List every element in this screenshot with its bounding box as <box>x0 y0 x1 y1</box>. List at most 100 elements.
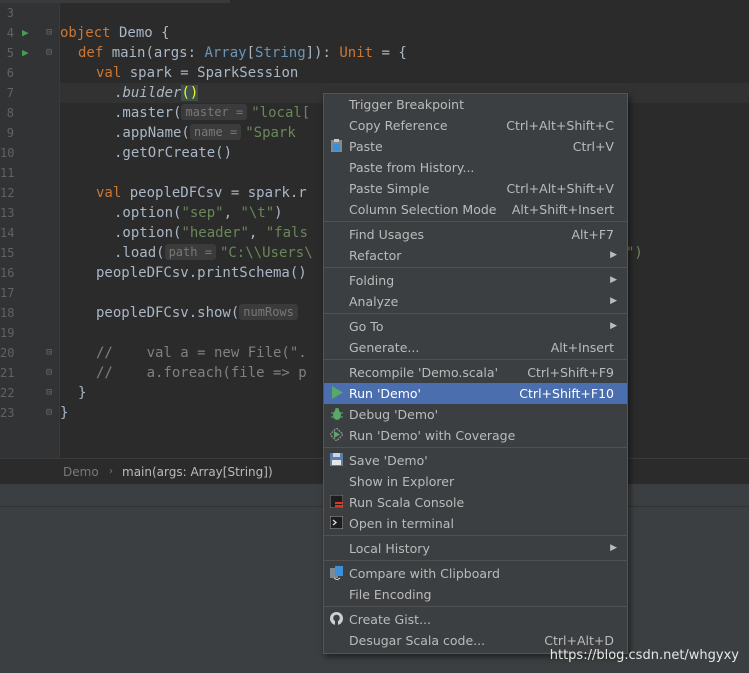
menu-item-label: Recompile 'Demo.scala' <box>349 365 498 380</box>
code-text: [ <box>246 45 256 61</box>
menu-item-shortcut: Ctrl+V <box>572 139 614 154</box>
menu-item-folding[interactable]: Folding ▶ <box>324 270 627 291</box>
code-text: .option( <box>114 225 182 241</box>
menu-item-shortcut: Alt+F7 <box>571 227 614 242</box>
code-text: peopleDFCsv.show( <box>96 305 240 321</box>
code-text: Demo { <box>110 25 170 41</box>
breadcrumb-method[interactable]: main(args: Array[String]) <box>122 459 273 485</box>
menu-item-recompile[interactable]: Recompile 'Demo.scala' Ctrl+Shift+F9 <box>324 362 627 383</box>
keyword: object <box>60 25 111 41</box>
code-line: .builder() <box>114 83 199 103</box>
menu-item-label: Desugar Scala code... <box>349 633 486 648</box>
save-icon <box>329 453 344 468</box>
menu-item-label: Paste from History... <box>349 160 475 175</box>
menu-item-label: Go To <box>349 319 384 334</box>
menu-item-run-with-coverage[interactable]: Run 'Demo' with Coverage <box>324 425 627 446</box>
menu-item-label: Run 'Demo' with Coverage <box>349 428 516 443</box>
menu-item-label: Column Selection Mode <box>349 202 497 217</box>
watermark-url: https://blog.csdn.net/whgyxy <box>549 648 739 663</box>
code-text: peopleDFCsv = spark.r <box>121 185 307 201</box>
run-gutter-icon[interactable]: ▶ <box>22 23 29 43</box>
menu-separator <box>324 560 627 561</box>
menu-item-paste-from-history[interactable]: Paste from History... <box>324 157 627 178</box>
menu-item-shortcut: Alt+Shift+Insert <box>511 202 614 217</box>
code-text: main(args: <box>103 45 205 61</box>
run-icon <box>329 386 344 401</box>
menu-item-label: Debug 'Demo' <box>349 407 439 422</box>
string-literal: "sep" <box>181 205 224 221</box>
line-number: 19 <box>0 326 15 340</box>
coverage-icon <box>328 426 345 443</box>
line-number: 20 <box>0 346 15 360</box>
code-line: .appName(name = "Spark <box>114 123 296 143</box>
menu-item-trigger-breakpoint[interactable]: Trigger Breakpoint <box>324 94 627 115</box>
submenu-arrow-icon: ▶ <box>610 275 617 285</box>
menu-item-analyze[interactable]: Analyze ▶ <box>324 291 627 312</box>
menu-item-column-selection-mode[interactable]: Column Selection Mode Alt+Shift+Insert <box>324 199 627 220</box>
code-text: .load( <box>114 245 165 261</box>
menu-separator <box>324 359 627 360</box>
menu-item-find-usages[interactable]: Find Usages Alt+F7 <box>324 224 627 245</box>
line-number: 18 <box>0 306 15 320</box>
code-line: .getOrCreate() <box>114 145 233 161</box>
breadcrumb-object[interactable]: Demo <box>63 459 99 485</box>
code-text: .master( <box>114 105 182 121</box>
menu-item-generate[interactable]: Generate... Alt+Insert <box>324 337 627 358</box>
menu-item-copy-reference[interactable]: Copy Reference Ctrl+Alt+Shift+C <box>324 115 627 136</box>
menu-item-save-demo[interactable]: Save 'Demo' <box>324 450 627 471</box>
menu-item-show-in-explorer[interactable]: Show in Explorer <box>324 471 627 492</box>
fold-icon[interactable]: ⊟ <box>46 403 52 423</box>
code-line: } <box>78 385 87 401</box>
menu-item-open-in-terminal[interactable]: Open in terminal <box>324 513 627 534</box>
menu-item-paste-simple[interactable]: Paste Simple Ctrl+Alt+Shift+V <box>324 178 627 199</box>
menu-item-run-demo[interactable]: Run 'Demo' Ctrl+Shift+F10 <box>324 383 627 404</box>
code-line: val peopleDFCsv = spark.r <box>96 183 307 203</box>
menu-item-local-history[interactable]: Local History ▶ <box>324 538 627 559</box>
fold-icon[interactable]: ⊟ <box>46 383 52 403</box>
menu-item-create-gist[interactable]: Create Gist... <box>324 609 627 630</box>
line-number: 13 <box>0 206 15 220</box>
parameter-hint: master = <box>181 104 248 120</box>
line-number: 5 <box>6 46 14 60</box>
fold-icon[interactable]: ⊟ <box>46 363 52 383</box>
line-number: 22 <box>0 386 15 400</box>
string-literal: "fals <box>265 225 308 241</box>
type-name: Array <box>204 45 247 61</box>
line-number: 7 <box>6 86 14 100</box>
run-gutter-icon[interactable]: ▶ <box>22 43 29 63</box>
context-menu: Trigger Breakpoint Copy Reference Ctrl+Al… <box>323 93 628 654</box>
menu-item-label: Find Usages <box>349 227 425 242</box>
fold-icon[interactable]: ⊟ <box>46 43 52 63</box>
menu-item-label: Paste <box>349 139 383 154</box>
matched-parens: () <box>181 85 199 101</box>
code-text: .appName( <box>114 125 190 141</box>
line-number: 16 <box>0 266 15 280</box>
fold-icon[interactable]: ⊟ <box>46 343 52 363</box>
keyword: def <box>78 45 104 61</box>
string-literal: ") <box>626 245 643 261</box>
chevron-right-icon: › <box>109 466 113 477</box>
line-number: 10 <box>0 146 15 160</box>
menu-item-label: Show in Explorer <box>349 474 455 489</box>
menu-item-run-scala-console[interactable]: Run Scala Console <box>324 492 627 513</box>
menu-item-compare-with-clipboard[interactable]: Compare with Clipboard <box>324 563 627 584</box>
string-literal: "Spark <box>245 125 296 141</box>
menu-separator <box>324 221 627 222</box>
menu-item-go-to[interactable]: Go To ▶ <box>324 316 627 337</box>
fold-icon[interactable]: ⊟ <box>46 23 52 43</box>
menu-separator <box>324 606 627 607</box>
menu-item-file-encoding[interactable]: File Encoding <box>324 584 627 605</box>
line-number: 6 <box>6 66 14 80</box>
menu-item-paste[interactable]: Paste Ctrl+V <box>324 136 627 157</box>
menu-item-debug-demo[interactable]: Debug 'Demo' <box>324 404 627 425</box>
line-number: 14 <box>0 226 15 240</box>
menu-item-label: Generate... <box>349 340 420 355</box>
menu-separator <box>324 447 627 448</box>
line-number: 21 <box>0 366 15 380</box>
menu-item-refactor[interactable]: Refactor ▶ <box>324 245 627 266</box>
paste-icon <box>329 139 344 154</box>
type-name: Unit <box>339 45 374 61</box>
submenu-arrow-icon: ▶ <box>610 250 617 260</box>
menu-item-shortcut: Ctrl+Shift+F10 <box>519 386 614 401</box>
code-text: = { <box>373 45 407 61</box>
